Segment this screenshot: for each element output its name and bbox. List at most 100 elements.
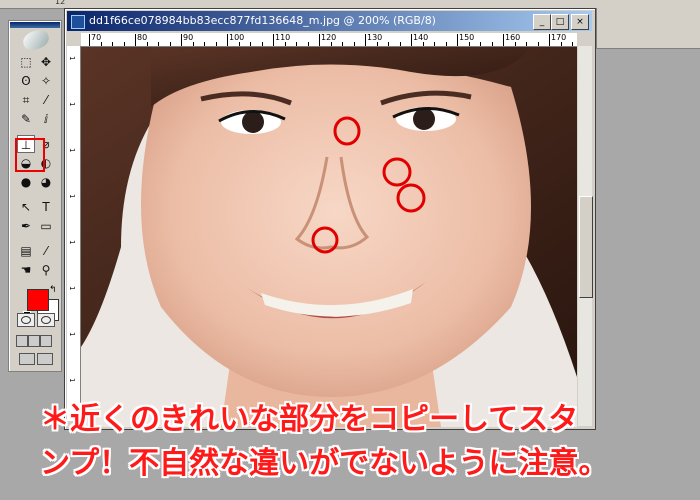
- ruler-tick: [434, 42, 435, 46]
- ruler-tick: [284, 42, 286, 46]
- ruler-left-label: 1: [68, 378, 76, 383]
- type-tool-icon[interactable]: T: [37, 198, 55, 216]
- instruction-caption: ＊近くのきれいな部分をコピーしてスタ ンプ！不自然な違いがでないように注意。: [40, 398, 690, 486]
- ruler-tick: [158, 42, 159, 46]
- ruler-tick: [491, 42, 493, 46]
- ruler-tick: [526, 42, 527, 46]
- document-title: dd1f66ce078984bb83ecc877fd136648_m.jpg @…: [89, 14, 436, 27]
- ruler-tick: [549, 34, 550, 46]
- shape-tool-icon[interactable]: ▭: [37, 217, 55, 235]
- scrollbar-thumb[interactable]: [579, 196, 593, 298]
- ruler-tick: [89, 34, 90, 46]
- marquee-tool-icon[interactable]: ⬚: [17, 53, 35, 71]
- ruler-tick: [169, 42, 171, 46]
- pen-tool-icon[interactable]: ✒: [17, 217, 35, 235]
- hand-tool-icon[interactable]: ☚: [17, 261, 35, 279]
- blur-tool-icon[interactable]: ●: [17, 173, 35, 191]
- toolbox-titlebar[interactable]: [10, 22, 60, 28]
- vertical-ruler[interactable]: 1 1 1 1 1 1 1 1: [67, 46, 81, 421]
- magic-wand-tool-icon[interactable]: ✧: [37, 72, 55, 90]
- ruler-left-label: 1: [68, 286, 76, 291]
- ruler-tick: [319, 34, 320, 46]
- ruler-tick: [353, 42, 355, 46]
- ruler-tick: [572, 42, 573, 46]
- ruler-tick: [330, 42, 332, 46]
- ruler-tick: [376, 42, 378, 46]
- brush-tool-icon[interactable]: ⅈ: [37, 110, 55, 128]
- document-titlebar[interactable]: dd1f66ce078984bb83ecc877fd136648_m.jpg @…: [67, 11, 592, 31]
- ruler-left-label: 1: [68, 56, 76, 61]
- ruler-left-label: 1: [68, 102, 76, 107]
- toolbox: ⬚ ✥ ʘ ✧ ⌗ ⁄ ✎ ⅈ ⊥ ⌀ ◒ ◐ ● ◕ ↖ T ✒ ▭ ▤ ⁄ ☚ ⚲ ↰: [8, 20, 62, 372]
- ruler-top-label: 110: [275, 33, 291, 42]
- ruler-tick: [468, 42, 470, 46]
- foreground-color-swatch[interactable]: [27, 289, 49, 311]
- ruler-tick: [342, 42, 343, 46]
- quick-mask-button[interactable]: [37, 313, 55, 327]
- image-canvas[interactable]: [81, 47, 577, 427]
- screen-mode-standard-button[interactable]: [16, 335, 28, 347]
- ruler-tick: [192, 42, 194, 46]
- palette-well: [596, 8, 700, 49]
- ruler-top-label: 90: [183, 33, 194, 42]
- lasso-tool-icon[interactable]: ʘ: [17, 72, 35, 90]
- ruler-tick: [227, 34, 228, 46]
- minimize-button[interactable]: _: [533, 14, 551, 30]
- notes-tool-icon[interactable]: ▤: [17, 242, 35, 260]
- zoom-tool-icon[interactable]: ⚲: [37, 261, 55, 279]
- crop-tool-icon[interactable]: ⌗: [17, 91, 35, 109]
- vertical-scrollbar[interactable]: [578, 46, 593, 426]
- ruler-left-label: 1: [68, 148, 76, 153]
- ruler-top-label: 70: [91, 33, 102, 42]
- ruler-tick: [215, 42, 217, 46]
- ruler-tick: [181, 34, 182, 46]
- ruler-tick: [537, 42, 539, 46]
- healing-brush-tool-icon[interactable]: ✎: [17, 110, 35, 128]
- ruler-left-label: 1: [68, 332, 76, 337]
- dodge-tool-icon[interactable]: ◕: [37, 173, 55, 191]
- ruler-tick: [112, 42, 113, 46]
- ruler-top-label: 120: [321, 33, 337, 42]
- close-button[interactable]: ×: [571, 14, 589, 30]
- ruler-tick: [238, 42, 240, 46]
- eyedropper-tool-icon[interactable]: ⁄: [37, 242, 55, 260]
- caption-line-1: ＊近くのきれいな部分をコピーしてスタ: [40, 402, 579, 437]
- ruler-tick: [296, 42, 297, 46]
- ruler-tick: [422, 42, 424, 46]
- ruler-tick: [307, 42, 309, 46]
- screen-mode-full-button[interactable]: [40, 335, 52, 347]
- ruler-tick: [560, 42, 562, 46]
- ruler-tick: [261, 42, 263, 46]
- ruler-tick: [480, 42, 481, 46]
- ruler-left-label: 1: [68, 240, 76, 245]
- ruler-tick: [123, 42, 125, 46]
- path-select-tool-icon[interactable]: ↖: [17, 198, 35, 216]
- photoshop-feather-icon[interactable]: [21, 27, 51, 53]
- ruler-tick: [365, 34, 366, 46]
- ruler-tick: [457, 34, 458, 46]
- ruler-top-label: 80: [137, 33, 148, 42]
- imageready-button[interactable]: [19, 353, 35, 365]
- ruler-tick: [399, 42, 401, 46]
- ruler-left-label: 1: [68, 194, 76, 199]
- standard-mode-button[interactable]: [17, 313, 35, 327]
- ruler-top-label: 160: [505, 33, 521, 42]
- ruler-tick: [503, 34, 504, 46]
- ruler-top-label: 130: [367, 33, 383, 42]
- horizontal-ruler[interactable]: 70 80 90 100 110 120 130 140 150 160 170: [81, 33, 577, 47]
- ruler-tick: [100, 42, 102, 46]
- clone-stamp-highlight: [15, 138, 45, 172]
- document-icon: [71, 15, 85, 29]
- options-value: 12: [55, 0, 66, 6]
- ruler-tick: [135, 34, 136, 46]
- caption-line-2: ンプ！不自然な違いがでないように注意。: [40, 446, 609, 481]
- slice-tool-icon[interactable]: ⁄: [37, 91, 55, 109]
- ruler-tick: [146, 42, 148, 46]
- portrait-photo: [81, 47, 577, 427]
- move-tool-icon[interactable]: ✥: [37, 53, 55, 71]
- ruler-tick: [445, 42, 447, 46]
- restore-button[interactable]: □: [551, 14, 569, 30]
- swap-colors-icon[interactable]: ↰: [49, 285, 57, 295]
- jump-to-button[interactable]: [37, 353, 53, 365]
- screen-mode-full-menu-button[interactable]: [28, 335, 40, 347]
